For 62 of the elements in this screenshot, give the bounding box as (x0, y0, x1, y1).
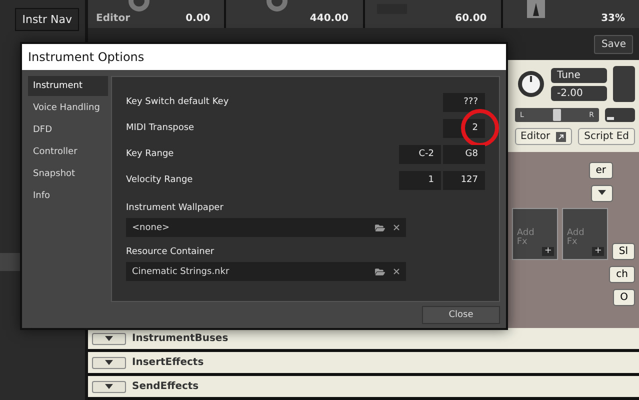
clear-icon[interactable] (393, 268, 400, 275)
module-value: 440.00 (310, 13, 348, 24)
module-value: 0.00 (186, 13, 210, 24)
expand-button[interactable] (92, 380, 126, 392)
dialog-title: Instrument Options (22, 44, 506, 70)
value-field[interactable]: 1 (399, 170, 441, 190)
options-tab[interactable]: Snapshot (28, 164, 108, 184)
section-title: InsertEffects (132, 357, 204, 368)
caret-icon (105, 360, 113, 365)
meter-block (613, 66, 635, 102)
add-fx-slot[interactable]: Add Fx + (512, 208, 558, 260)
close-button[interactable]: Close (422, 306, 500, 324)
plus-button[interactable]: + (592, 247, 604, 256)
side-button[interactable]: ch (609, 266, 635, 283)
plus-button[interactable]: + (542, 247, 554, 256)
editor-button[interactable]: Editor (514, 128, 572, 145)
option-label: Velocity Range (126, 175, 193, 185)
options-tab[interactable]: Voice Handling (28, 98, 108, 118)
caret-icon (598, 190, 606, 196)
path-field[interactable]: Cinematic Strings.nkr (126, 262, 406, 281)
option-label: Instrument Wallpaper (126, 203, 224, 213)
option-label: Resource Container (126, 247, 216, 257)
option-label: Key Range (126, 149, 174, 159)
value-field[interactable]: ??? (443, 92, 485, 112)
module-value: 33% (601, 13, 625, 24)
module-value: 60.00 (455, 13, 487, 24)
folder-icon[interactable] (375, 266, 385, 276)
expand-button[interactable] (92, 356, 126, 368)
options-tab[interactable]: DFD (28, 120, 108, 140)
popout-icon (556, 132, 566, 142)
side-button[interactable]: O (613, 289, 635, 306)
option-label: MIDI Transpose (126, 123, 194, 133)
volume-slider[interactable] (605, 108, 635, 122)
script-editor-button[interactable]: Script Ed (578, 128, 635, 145)
tune-label: Tune (551, 68, 607, 82)
option-label: Key Switch default Key (126, 97, 229, 107)
save-button[interactable]: Save (594, 34, 633, 54)
dropdown[interactable] (591, 185, 613, 202)
options-tab[interactable]: Instrument (28, 76, 108, 96)
caret-icon (105, 336, 113, 341)
add-fx-slot[interactable]: Add Fx + (562, 208, 608, 260)
pan-thumb[interactable] (553, 109, 561, 121)
metronome-icon (526, 0, 545, 18)
section-title: InstrumentBuses (132, 333, 228, 344)
editor-label: Editor (96, 13, 130, 24)
knob-icon[interactable] (517, 70, 545, 98)
side-button[interactable]: Sl (612, 243, 635, 260)
options-tab[interactable]: Controller (28, 142, 108, 162)
value-field[interactable]: C-2 (399, 144, 441, 164)
value-field[interactable]: 127 (443, 170, 485, 190)
caret-icon (105, 384, 113, 389)
instr-nav-button[interactable]: Instr Nav (15, 8, 79, 31)
path-field[interactable]: <none> (126, 218, 406, 237)
value-field[interactable]: 2 (443, 118, 485, 138)
section-title: SendEffects (132, 381, 199, 392)
folder-icon[interactable] (375, 222, 385, 232)
panel-button[interactable]: er (588, 162, 613, 179)
options-tab[interactable]: Info (28, 186, 108, 206)
expand-button[interactable] (92, 332, 126, 344)
tune-value: -2.00 (551, 86, 607, 100)
value-field[interactable]: G8 (443, 144, 485, 164)
clear-icon[interactable] (393, 224, 400, 231)
